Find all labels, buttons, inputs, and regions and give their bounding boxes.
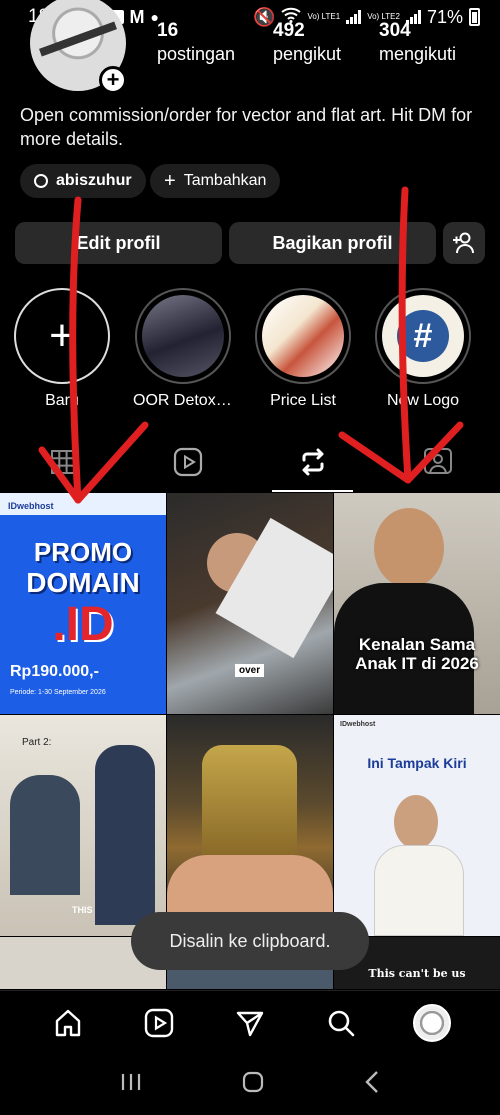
posts-stat[interactable]: 16 postingan bbox=[157, 20, 235, 65]
highlight-cover bbox=[262, 295, 344, 377]
recent-apps-button[interactable] bbox=[120, 1072, 142, 1097]
repost-icon bbox=[302, 448, 323, 476]
discover-people-button[interactable] bbox=[443, 222, 485, 264]
system-nav bbox=[0, 1054, 500, 1115]
post-caption: over bbox=[235, 664, 265, 677]
threads-handle: abiszuhur bbox=[56, 172, 132, 189]
post-brand: IDwebhost bbox=[340, 721, 376, 728]
tab-reposts[interactable] bbox=[250, 432, 375, 492]
highlight-cover bbox=[142, 295, 224, 377]
highlight-new-logo[interactable]: # New Logo bbox=[373, 288, 473, 410]
person-body-2 bbox=[95, 745, 155, 925]
post-promo-text: PROMO bbox=[33, 537, 133, 567]
person-body bbox=[374, 845, 464, 936]
grid-post-promo-domain[interactable]: IDwebhost PROMO DOMAIN .ID Rp190.000,- P… bbox=[0, 493, 166, 714]
highlight-new[interactable]: + Baru bbox=[12, 288, 112, 410]
add-person-icon bbox=[453, 232, 474, 254]
post-tld-text: .ID bbox=[52, 598, 114, 651]
grid-post-gundam-unboxing[interactable]: over bbox=[167, 493, 333, 714]
recent-apps-icon bbox=[121, 1074, 140, 1090]
edit-profile-button[interactable]: Edit profil bbox=[15, 222, 222, 264]
post-domain-text: DOMAIN bbox=[26, 567, 140, 598]
grid-post-robot-figure[interactable] bbox=[167, 715, 333, 936]
highlight-price-list[interactable]: Price List bbox=[253, 288, 353, 410]
grid-icon bbox=[50, 450, 75, 474]
bottom-nav bbox=[0, 990, 500, 1054]
profile-bio: Open commission/order for vector and fla… bbox=[20, 105, 473, 149]
highlight-label: New Logo bbox=[386, 392, 460, 409]
home-button[interactable] bbox=[241, 1070, 265, 1099]
threads-chip[interactable]: abiszuhur bbox=[20, 164, 146, 198]
posts-count: 16 bbox=[157, 20, 179, 41]
post-title: Ini Tampak Kiri bbox=[367, 755, 467, 771]
profile-avatar-mini bbox=[413, 1003, 452, 1042]
plus-icon: + bbox=[164, 169, 176, 192]
followers-stat[interactable]: 492 pengikut bbox=[273, 20, 341, 65]
home-circle-icon bbox=[242, 1071, 264, 1093]
person-face bbox=[394, 795, 438, 849]
back-icon bbox=[365, 1071, 379, 1093]
add-story-icon[interactable]: + bbox=[99, 66, 127, 94]
post-period: Periode: 1-30 September 2026 bbox=[10, 689, 106, 696]
tab-posts[interactable] bbox=[0, 432, 125, 492]
tab-tagged[interactable] bbox=[375, 432, 500, 492]
signal1-icon bbox=[346, 10, 362, 24]
highlight-label: Baru bbox=[45, 392, 79, 409]
add-link-chip[interactable]: + Tambahkan bbox=[150, 164, 281, 198]
highlight-label: OOR Detox JK... bbox=[133, 392, 233, 409]
home-icon bbox=[55, 1009, 80, 1036]
nav-messages[interactable] bbox=[230, 1003, 270, 1043]
reels-icon bbox=[144, 1008, 173, 1037]
highlight-label: Price List bbox=[270, 392, 336, 409]
nav-profile[interactable] bbox=[412, 1003, 452, 1043]
following-label: mengikuti bbox=[379, 44, 457, 64]
tagged-icon bbox=[423, 448, 452, 474]
gmail-icon: M bbox=[129, 6, 145, 27]
grid-post-tampak-kiri[interactable]: IDwebhost Ini Tampak Kiri bbox=[334, 715, 500, 936]
following-stat[interactable]: 304 mengikuti bbox=[379, 20, 456, 65]
posts-label: postingan bbox=[157, 44, 236, 64]
person-face bbox=[374, 508, 444, 588]
profile-tabs bbox=[0, 432, 500, 492]
add-link-label: Tambahkan bbox=[183, 172, 267, 189]
tab-reels[interactable] bbox=[125, 432, 250, 492]
send-icon bbox=[236, 1011, 264, 1036]
hash-logo-icon: # bbox=[397, 310, 449, 362]
highlight-oor-detox[interactable]: OOR Detox JK... bbox=[133, 288, 233, 410]
reels-icon bbox=[173, 447, 202, 477]
nav-home[interactable] bbox=[48, 1003, 88, 1043]
search-icon bbox=[328, 1010, 355, 1036]
post-caption: Part 2: bbox=[22, 737, 52, 748]
post-caption: Kenalan Sama Anak IT di 2026 bbox=[355, 635, 479, 673]
grid-post-kenalan-anak-it[interactable]: Kenalan Sama Anak IT di 2026 bbox=[334, 493, 500, 714]
person-body bbox=[10, 775, 80, 895]
battery-icon bbox=[469, 8, 480, 26]
post-subcaption: THIS bbox=[72, 905, 93, 915]
following-count: 304 bbox=[379, 20, 411, 41]
post-brand: IDwebhost bbox=[8, 501, 54, 511]
clipboard-toast: Disalin ke clipboard. bbox=[131, 912, 369, 970]
followers-label: pengikut bbox=[273, 44, 342, 64]
new-highlight-plus-icon: + bbox=[14, 288, 110, 384]
post-caption: This can't be us bbox=[368, 967, 466, 980]
share-profile-button[interactable]: Bagikan profil bbox=[229, 222, 436, 264]
nav-search[interactable] bbox=[321, 1003, 361, 1043]
threads-icon bbox=[34, 174, 48, 188]
highlight-cover: # bbox=[382, 295, 464, 377]
followers-count: 492 bbox=[273, 20, 305, 41]
nav-reels[interactable] bbox=[139, 1003, 179, 1043]
post-price: Rp190.000,- bbox=[10, 663, 99, 680]
back-button[interactable] bbox=[364, 1070, 380, 1099]
grid-post-part-2[interactable]: Part 2: THIS bbox=[0, 715, 166, 936]
